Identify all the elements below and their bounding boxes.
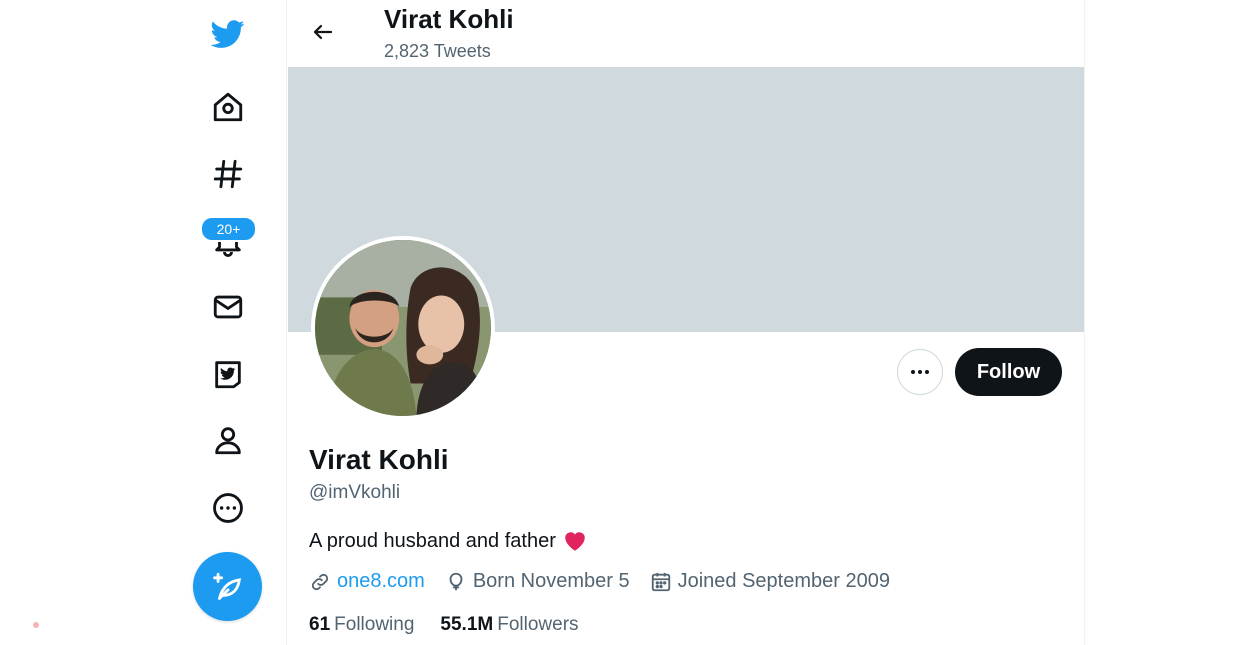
profile-column: Virat Kohli 2,823 Tweets Follow Virat Ko… — [286, 0, 1085, 645]
twitter-blue-icon[interactable] — [204, 350, 252, 398]
birthday-text: Born November 5 — [472, 570, 630, 592]
profile-stats: 61 Following 55.1M Followers — [309, 614, 605, 636]
tweet-count: 2,823 Tweets — [384, 41, 491, 61]
bio-text: A proud husband and father — [309, 529, 556, 552]
profile-header: Virat Kohli 2,823 Tweets — [287, 0, 1084, 67]
ellipsis-icon — [911, 370, 929, 374]
joined-text: Joined September 2009 — [677, 570, 890, 592]
hashtag-icon[interactable] — [204, 150, 252, 198]
compose-tweet-button[interactable] — [193, 552, 262, 621]
joined-item: Joined September 2009 — [650, 570, 890, 593]
mail-icon[interactable] — [204, 283, 252, 331]
profile-name: Virat Kohli — [309, 444, 449, 475]
more-circle-icon[interactable] — [204, 484, 252, 532]
compose-icon — [212, 572, 241, 600]
following-link[interactable]: 61 Following — [309, 614, 414, 636]
balloon-icon — [449, 572, 463, 590]
followers-label: Followers — [497, 614, 579, 635]
website-item: one8.com — [309, 570, 425, 593]
profile-handle: @imVkohli — [309, 482, 401, 503]
profile-bio: A proud husband and father — [309, 528, 588, 554]
profile-icon[interactable] — [204, 416, 252, 464]
following-label: Following — [334, 614, 415, 635]
website-link[interactable]: one8.com — [337, 570, 425, 593]
birthday-item: Born November 5 — [445, 570, 630, 593]
decorative-dot — [33, 622, 39, 628]
home-icon[interactable] — [204, 83, 252, 131]
back-button[interactable] — [305, 14, 341, 50]
followers-link[interactable]: 55.1M Followers — [440, 614, 578, 636]
link-icon — [311, 573, 329, 590]
followers-count: 55.1M — [440, 614, 494, 635]
back-arrow-icon — [313, 24, 333, 40]
calendar-icon — [651, 572, 670, 591]
header-name: Virat Kohli — [384, 4, 514, 34]
notifications-badge: 20+ — [200, 216, 257, 242]
follow-button[interactable]: Follow — [955, 348, 1062, 396]
twitter-logo-icon[interactable] — [204, 10, 252, 58]
following-count: 61 — [309, 614, 331, 635]
profile-meta: one8.com Born November 5 Joined Septembe… — [309, 570, 910, 593]
more-options-button[interactable] — [897, 349, 943, 395]
sidebar-nav: 20+ — [33, 0, 266, 645]
heart-icon — [565, 532, 585, 551]
avatar[interactable] — [311, 236, 495, 420]
